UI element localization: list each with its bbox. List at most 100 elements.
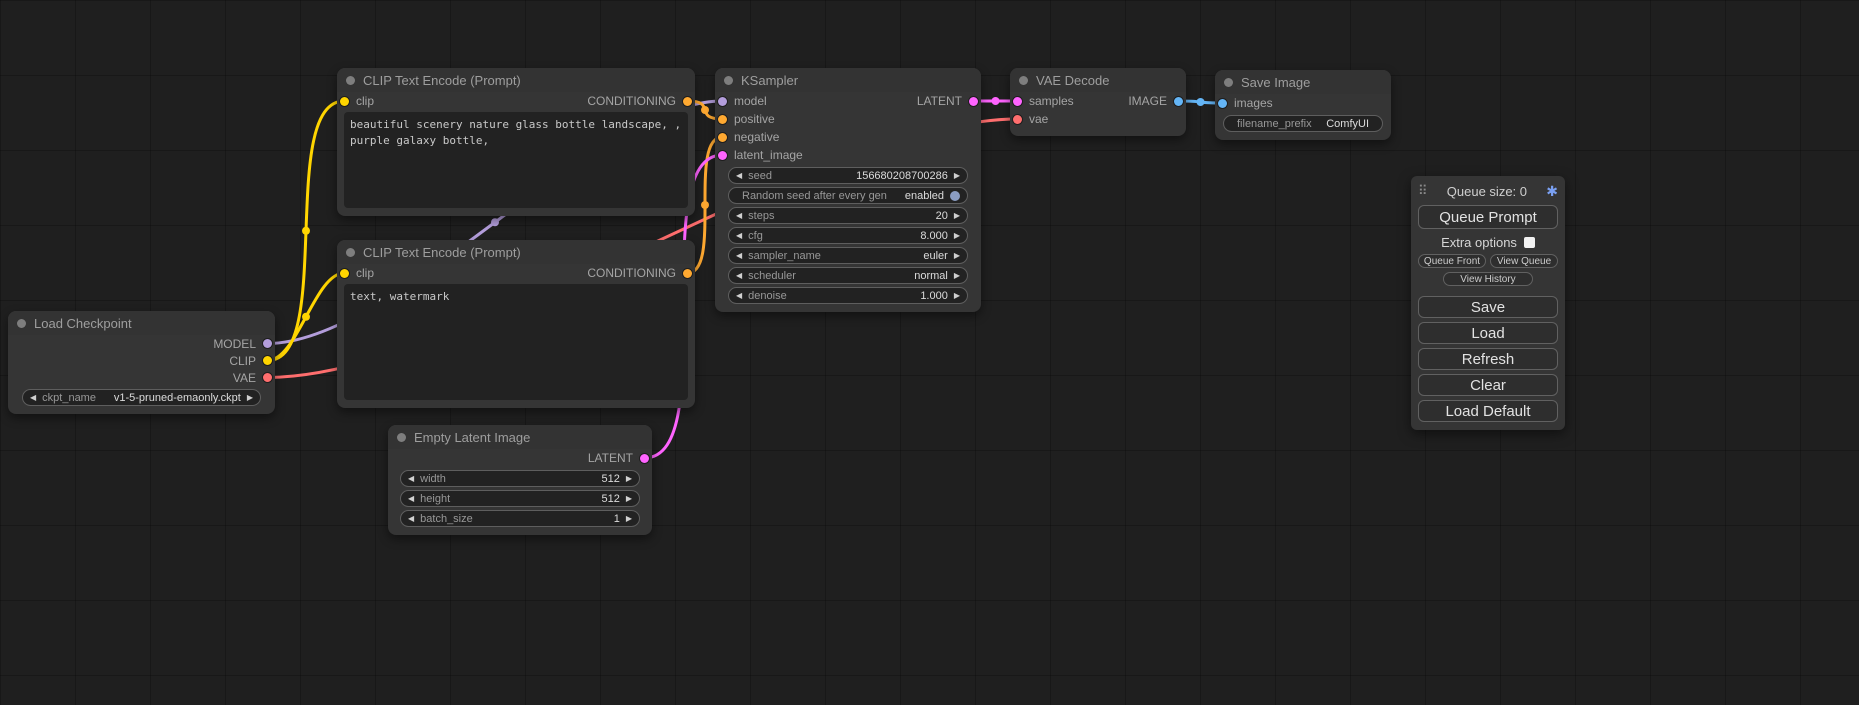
node-title: CLIP Text Encode (Prompt): [363, 73, 521, 88]
widget-ckpt-name[interactable]: ◀ ckpt_name v1-5-pruned-emaonly.ckpt ▶: [22, 389, 261, 406]
output-port-model[interactable]: [263, 339, 272, 348]
input-port-clip[interactable]: [340, 269, 349, 278]
node-title-bar[interactable]: Load Checkpoint: [8, 311, 275, 335]
output-label-conditioning: CONDITIONING: [587, 94, 676, 108]
arrow-right-icon[interactable]: ▶: [954, 271, 960, 280]
node-save-image[interactable]: Save Image images filename_prefix ComfyU…: [1215, 70, 1391, 140]
arrow-left-icon[interactable]: ◀: [408, 474, 414, 483]
widget-scheduler[interactable]: ◀ scheduler normal ▶: [728, 267, 968, 284]
node-clip-text-encode-negative[interactable]: CLIP Text Encode (Prompt) clip CONDITION…: [337, 240, 695, 408]
load-button[interactable]: Load: [1418, 322, 1558, 344]
queue-front-button[interactable]: Queue Front: [1418, 254, 1486, 268]
node-title-bar[interactable]: VAE Decode: [1010, 68, 1186, 92]
arrow-left-icon[interactable]: ◀: [736, 231, 742, 240]
widget-sampler-name[interactable]: ◀ sampler_name euler ▶: [728, 247, 968, 264]
collapse-dot[interactable]: [1224, 78, 1233, 87]
arrow-left-icon[interactable]: ◀: [736, 291, 742, 300]
node-empty-latent-image[interactable]: Empty Latent Image LATENT ◀ width 512 ▶ …: [388, 425, 652, 535]
input-port-samples[interactable]: [1013, 97, 1022, 106]
input-port-positive[interactable]: [718, 115, 727, 124]
node-title-bar[interactable]: KSampler: [715, 68, 981, 92]
arrow-right-icon[interactable]: ▶: [954, 231, 960, 240]
queue-prompt-button[interactable]: Queue Prompt: [1418, 205, 1558, 229]
widget-batch-size[interactable]: ◀ batch_size 1 ▶: [400, 510, 640, 527]
node-title-bar[interactable]: Save Image: [1215, 70, 1391, 94]
arrow-left-icon[interactable]: ◀: [736, 271, 742, 280]
arrow-left-icon[interactable]: ◀: [736, 251, 742, 260]
widget-value: v1-5-pruned-emaonly.ckpt: [114, 392, 241, 404]
collapse-dot[interactable]: [397, 433, 406, 442]
widget-label: Random seed after every gen: [742, 190, 887, 202]
widget-steps[interactable]: ◀ steps 20 ▶: [728, 207, 968, 224]
arrow-right-icon[interactable]: ▶: [954, 171, 960, 180]
node-title-bar[interactable]: CLIP Text Encode (Prompt): [337, 240, 695, 264]
collapse-dot[interactable]: [17, 319, 26, 328]
extra-options-checkbox[interactable]: [1524, 237, 1535, 248]
settings-gear-icon[interactable]: ✱: [1546, 183, 1558, 200]
collapse-dot[interactable]: [1019, 76, 1028, 85]
arrow-right-icon[interactable]: ▶: [954, 251, 960, 260]
output-port-image[interactable]: [1174, 97, 1183, 106]
arrow-left-icon[interactable]: ◀: [408, 494, 414, 503]
output-port-latent[interactable]: [640, 454, 649, 463]
arrow-right-icon[interactable]: ▶: [954, 211, 960, 220]
arrow-left-icon[interactable]: ◀: [736, 211, 742, 220]
widget-label: batch_size: [420, 513, 473, 525]
drag-handle-icon[interactable]: ⠿: [1418, 183, 1428, 199]
prompt-textarea[interactable]: beautiful scenery nature glass bottle la…: [344, 112, 688, 208]
view-queue-button[interactable]: View Queue: [1490, 254, 1558, 268]
input-port-model[interactable]: [718, 97, 727, 106]
widget-seed[interactable]: ◀ seed 156680208700286 ▶: [728, 167, 968, 184]
node-load-checkpoint[interactable]: Load Checkpoint MODEL CLIP VAE ◀ ckpt_na…: [8, 311, 275, 414]
widget-label: scheduler: [748, 270, 796, 282]
widget-filename-prefix[interactable]: filename_prefix ComfyUI: [1223, 115, 1383, 132]
output-port-conditioning[interactable]: [683, 269, 692, 278]
arrow-right-icon[interactable]: ▶: [626, 494, 632, 503]
output-port-vae[interactable]: [263, 373, 272, 382]
node-vae-decode[interactable]: VAE Decode samples IMAGE vae: [1010, 68, 1186, 136]
input-port-negative[interactable]: [718, 133, 727, 142]
arrow-right-icon[interactable]: ▶: [954, 291, 960, 300]
widget-label: denoise: [748, 290, 787, 302]
node-title: Empty Latent Image: [414, 430, 530, 445]
arrow-left-icon[interactable]: ◀: [408, 514, 414, 523]
toggle-knob[interactable]: [950, 191, 960, 201]
collapse-dot[interactable]: [724, 76, 733, 85]
input-port-images[interactable]: [1218, 99, 1227, 108]
input-port-vae[interactable]: [1013, 115, 1022, 124]
load-default-button[interactable]: Load Default: [1418, 400, 1558, 422]
save-button[interactable]: Save: [1418, 296, 1558, 318]
widget-denoise[interactable]: ◀ denoise 1.000 ▶: [728, 287, 968, 304]
node-title-bar[interactable]: CLIP Text Encode (Prompt): [337, 68, 695, 92]
collapse-dot[interactable]: [346, 248, 355, 257]
arrow-right-icon[interactable]: ▶: [626, 514, 632, 523]
widget-random-seed-toggle[interactable]: Random seed after every gen enabled: [728, 187, 968, 204]
view-history-button[interactable]: View History: [1443, 272, 1533, 286]
prompt-textarea[interactable]: text, watermark: [344, 284, 688, 400]
widget-value: ComfyUI: [1326, 118, 1369, 130]
widget-cfg[interactable]: ◀ cfg 8.000 ▶: [728, 227, 968, 244]
refresh-button[interactable]: Refresh: [1418, 348, 1558, 370]
widget-width[interactable]: ◀ width 512 ▶: [400, 470, 640, 487]
node-clip-text-encode-positive[interactable]: CLIP Text Encode (Prompt) clip CONDITION…: [337, 68, 695, 216]
arrow-left-icon[interactable]: ◀: [30, 393, 36, 402]
widget-height[interactable]: ◀ height 512 ▶: [400, 490, 640, 507]
output-port-conditioning[interactable]: [683, 97, 692, 106]
node-ksampler[interactable]: KSampler model LATENT positive negative …: [715, 68, 981, 312]
node-title-bar[interactable]: Empty Latent Image: [388, 425, 652, 449]
node-title: CLIP Text Encode (Prompt): [363, 245, 521, 260]
input-label-positive: positive: [734, 112, 775, 126]
arrow-right-icon[interactable]: ▶: [247, 393, 253, 402]
output-port-latent[interactable]: [969, 97, 978, 106]
arrow-left-icon[interactable]: ◀: [736, 171, 742, 180]
input-port-latent-image[interactable]: [718, 151, 727, 160]
widget-label: steps: [748, 210, 774, 222]
input-port-clip[interactable]: [340, 97, 349, 106]
clear-button[interactable]: Clear: [1418, 374, 1558, 396]
arrow-right-icon[interactable]: ▶: [626, 474, 632, 483]
collapse-dot[interactable]: [346, 76, 355, 85]
input-label-vae: vae: [1029, 112, 1048, 126]
output-port-clip[interactable]: [263, 356, 272, 365]
node-canvas[interactable]: Load Checkpoint MODEL CLIP VAE ◀ ckpt_na…: [0, 0, 1859, 705]
output-label-image: IMAGE: [1128, 94, 1167, 108]
